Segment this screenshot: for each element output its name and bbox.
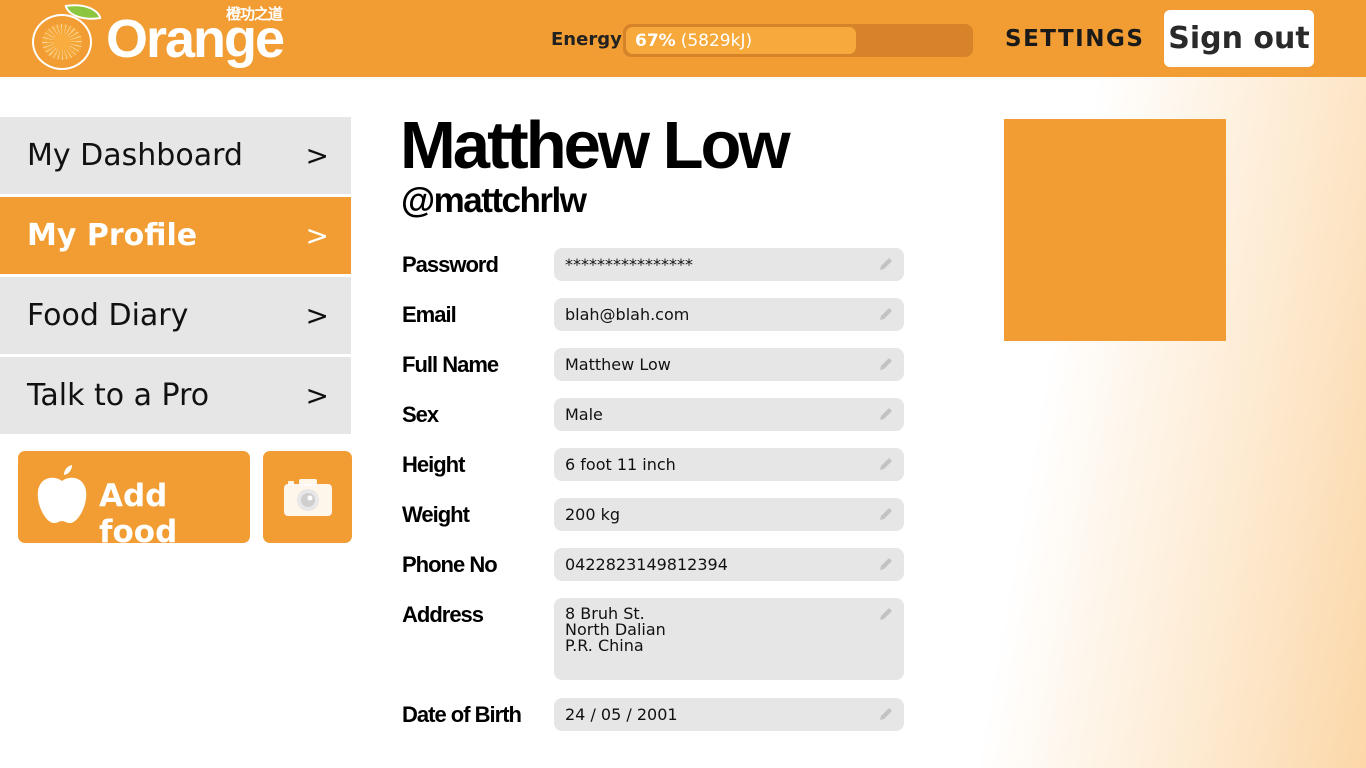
email-field[interactable]: blah@blah.com [554, 298, 904, 331]
address-label: Address [402, 602, 484, 627]
weight-label: Weight [402, 502, 470, 527]
energy-label: Energy [551, 29, 622, 50]
dob-label: Date of Birth [402, 702, 522, 727]
chevron-right-icon: > [305, 139, 329, 172]
password-value: **************** [565, 255, 693, 274]
sidebar-item-label: My Dashboard [27, 138, 243, 173]
pencil-icon[interactable] [878, 256, 894, 272]
energy-kj: (5829kJ) [680, 30, 753, 51]
sidebar-item-profile[interactable]: My Profile > [0, 197, 351, 274]
pencil-icon[interactable] [878, 306, 894, 322]
height-label: Height [402, 452, 465, 477]
camera-button[interactable] [263, 451, 352, 543]
sidebar-item-label: Talk to a Pro [27, 378, 210, 413]
avatar[interactable] [1004, 119, 1226, 341]
logo[interactable]: Orange 橙功之道 [30, 0, 300, 77]
add-food-label: Add food [99, 478, 178, 550]
sidebar-item-dashboard[interactable]: My Dashboard > [0, 117, 351, 194]
full-name-field[interactable]: Matthew Low [554, 348, 904, 381]
energy-progress-fill: 67% (5829kJ) [626, 27, 857, 54]
full-name-label: Full Name [402, 352, 499, 377]
pencil-icon[interactable] [878, 356, 894, 372]
chevron-right-icon: > [305, 219, 329, 252]
phone-label: Phone No [402, 552, 498, 577]
email-label: Email [402, 302, 457, 327]
dob-field[interactable]: 24 / 05 / 2001 [554, 698, 904, 731]
phone-field[interactable]: 0422823149812394 [554, 548, 904, 581]
email-value: blah@blah.com [565, 305, 690, 324]
sex-label: Sex [402, 402, 439, 427]
pencil-icon[interactable] [878, 606, 894, 622]
sidebar-item-label: Food Diary [27, 298, 189, 333]
profile-handle: @mattchrlw [401, 181, 587, 220]
phone-value: 0422823149812394 [565, 555, 728, 574]
energy-percent: 67% [635, 30, 676, 51]
chevron-right-icon: > [305, 379, 329, 412]
full-name-value: Matthew Low [565, 355, 671, 374]
pencil-icon[interactable] [878, 456, 894, 472]
orange-fruit-icon [32, 14, 92, 70]
sex-value: Male [565, 405, 603, 424]
logo-subtitle: 橙功之道 [226, 5, 283, 23]
height-field[interactable]: 6 foot 11 inch [554, 448, 904, 481]
sex-field[interactable]: Male [554, 398, 904, 431]
weight-value: 200 kg [565, 505, 621, 524]
sign-out-button[interactable]: Sign out [1164, 10, 1314, 67]
apple-icon [37, 465, 87, 523]
dob-value: 24 / 05 / 2001 [565, 705, 678, 724]
address-value: 8 Bruh St. North Dalian P.R. China [565, 604, 666, 655]
top-bar: Orange 橙功之道 Energy 67% (5829kJ) SETTINGS… [0, 0, 1366, 77]
settings-link[interactable]: SETTINGS [1005, 26, 1144, 52]
sidebar-item-talk-to-pro[interactable]: Talk to a Pro > [0, 357, 351, 434]
sidebar-item-food-diary[interactable]: Food Diary > [0, 277, 351, 354]
camera-icon [284, 479, 332, 516]
profile-name: Matthew Low [400, 108, 791, 183]
chevron-right-icon: > [305, 299, 329, 332]
sidebar-item-label: My Profile [27, 218, 198, 253]
password-label: Password [402, 252, 499, 277]
pencil-icon[interactable] [878, 406, 894, 422]
energy-progress-bar: 67% (5829kJ) [623, 24, 973, 57]
password-field[interactable]: **************** [554, 248, 904, 281]
pencil-icon[interactable] [878, 506, 894, 522]
weight-field[interactable]: 200 kg [554, 498, 904, 531]
pencil-icon[interactable] [878, 556, 894, 572]
address-field[interactable]: 8 Bruh St. North Dalian P.R. China [554, 598, 904, 680]
pencil-icon[interactable] [878, 706, 894, 722]
height-value: 6 foot 11 inch [565, 455, 676, 474]
add-food-button[interactable]: Add food [18, 451, 250, 550]
